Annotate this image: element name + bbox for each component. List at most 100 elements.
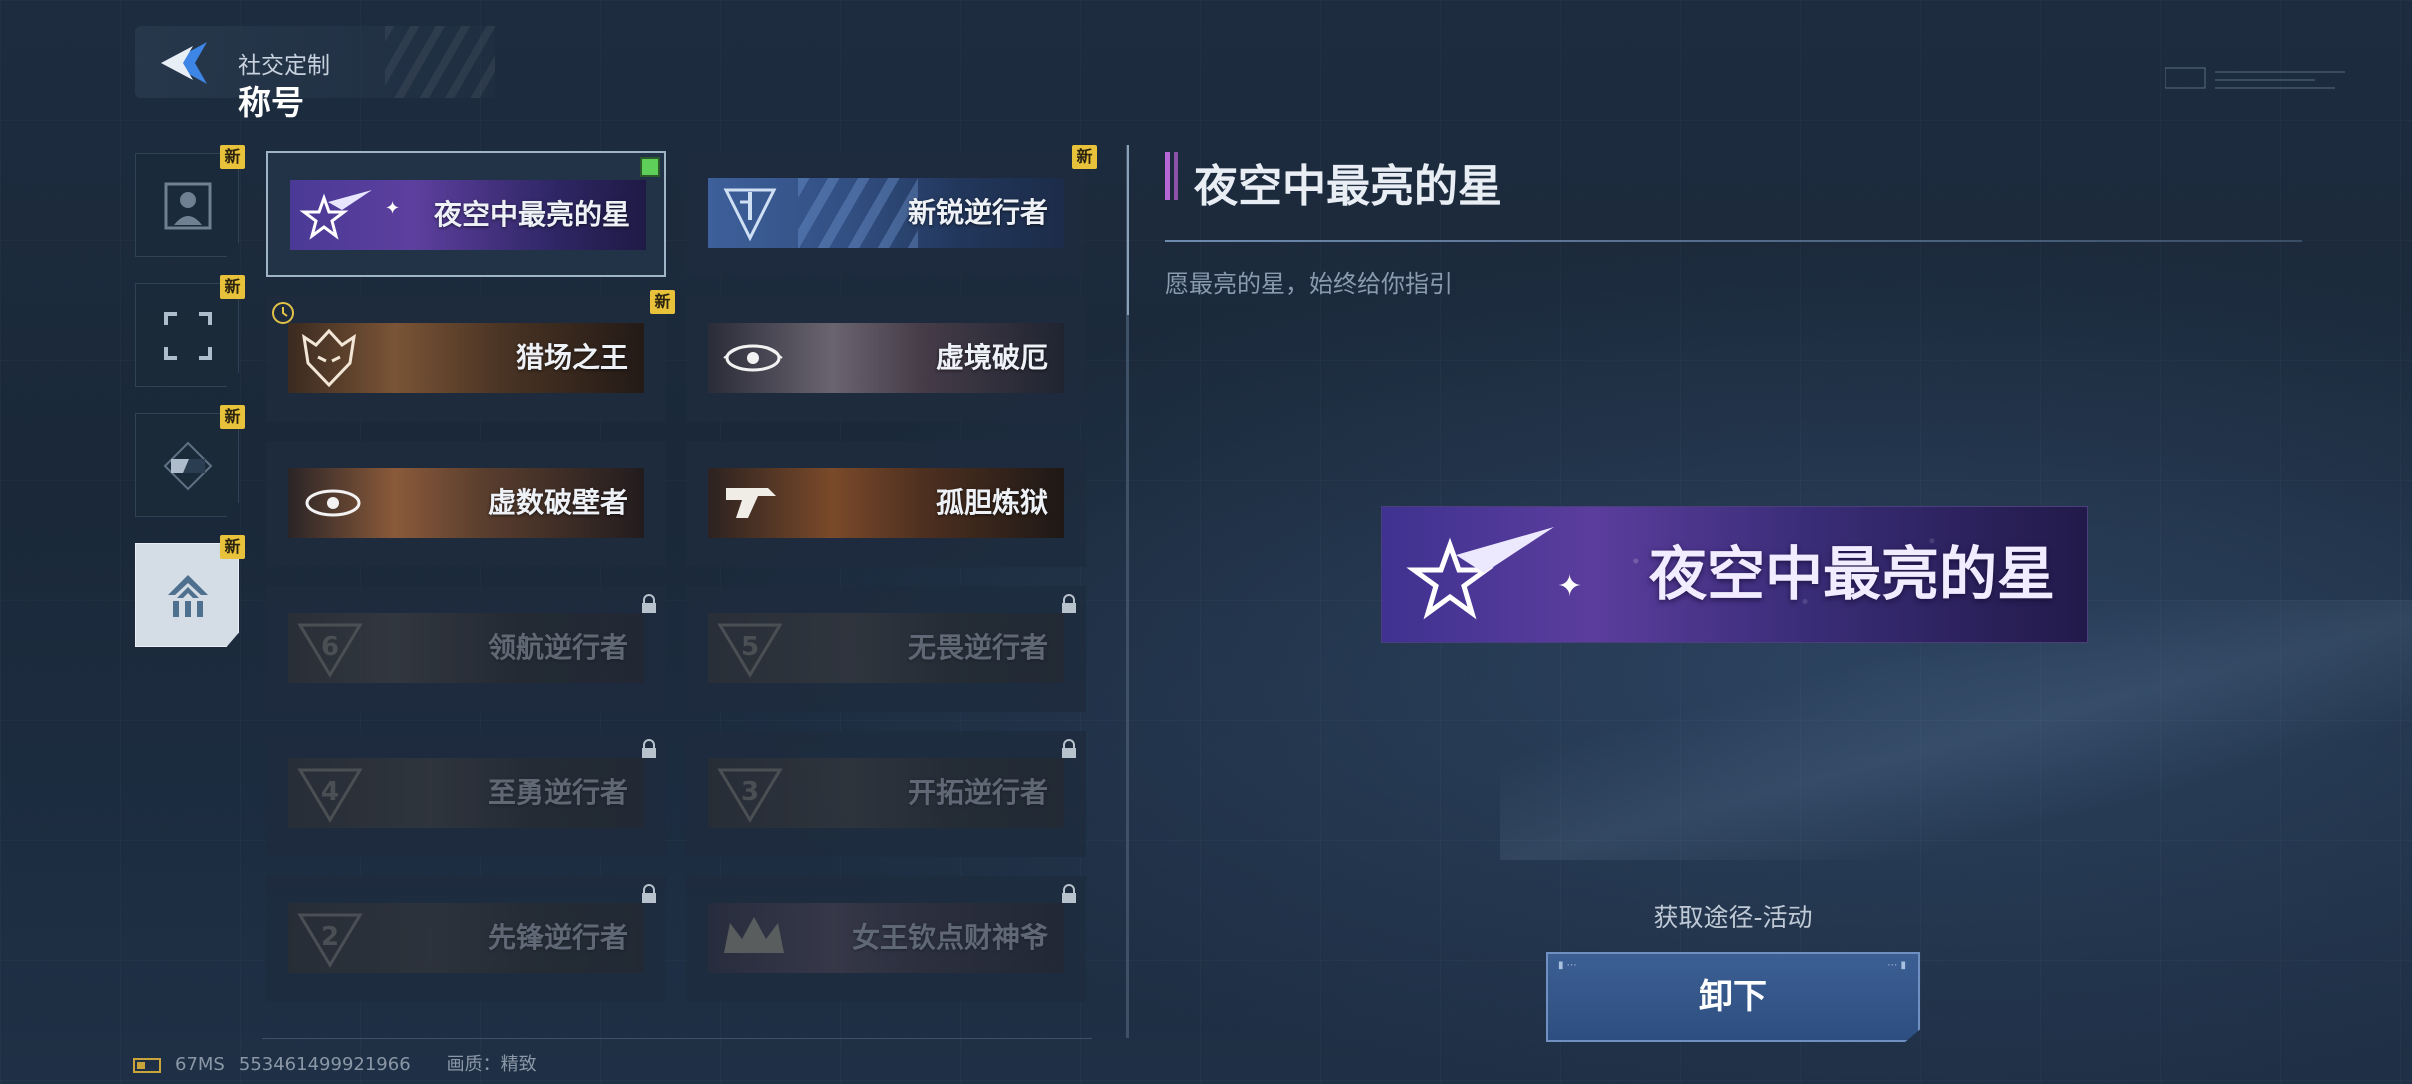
rank-6-emblem-icon: 6: [297, 623, 363, 678]
divider: [1165, 240, 2302, 242]
avatar-icon: [164, 182, 212, 230]
lock-icon: [642, 884, 656, 903]
sparkle-icon: ✦: [385, 198, 401, 219]
title-label: 虚境破厄: [935, 341, 1048, 374]
header-subtitle: 社交定制: [238, 53, 330, 79]
page-title: 称号: [238, 83, 304, 122]
acquisition-source: 获取途径-活动: [1653, 903, 1813, 932]
back-arrow-icon: [161, 42, 207, 84]
eye-emblem-icon: [305, 489, 361, 517]
rank-emblem-icon: [723, 188, 777, 242]
rank-5-emblem-icon: 5: [717, 623, 783, 678]
title-banner: 新锐逆行者: [708, 178, 1064, 248]
preview-label: 夜空中最亮的星: [1648, 540, 2055, 608]
title-banner: 孤胆炼狱: [708, 468, 1064, 538]
title-list: ✦ 夜空中最亮的星 新锐逆行者 新 猎场之王 新 虚境破厄 虚数破壁者 孤胆炼狱…: [262, 145, 1097, 1040]
unequip-button[interactable]: ▮ ⋯ ⋯ ▮ 卸下: [1546, 952, 1920, 1042]
svg-text:6: 6: [321, 632, 339, 662]
title-label: 虚数破壁者: [487, 486, 628, 519]
lock-icon: [1062, 594, 1076, 613]
title-banner: 4 至勇逆行者: [288, 758, 644, 828]
eye-emblem-icon: [723, 344, 783, 372]
lock-icon: [1062, 884, 1076, 903]
svg-text:2: 2: [321, 922, 339, 952]
detail-description: 愿最亮的星，始终给你指引: [1165, 270, 1453, 298]
ping-value: 67MS: [175, 1054, 225, 1075]
title-card[interactable]: 虚境破厄: [686, 296, 1086, 422]
banner-stripes: [798, 178, 918, 248]
title-banner: ✦ 夜空中最亮的星: [290, 180, 646, 250]
title-banner: 3 开拓逆行者: [708, 758, 1064, 828]
title-emblem-icon: [168, 575, 208, 617]
battery-icon: [133, 1057, 161, 1073]
svg-text:4: 4: [321, 777, 339, 807]
lock-icon: [642, 739, 656, 758]
svg-text:5: 5: [741, 632, 759, 662]
title-banner: 虚数破壁者: [288, 468, 644, 538]
title-card[interactable]: 孤胆炼狱: [686, 441, 1086, 567]
title-label: 开拓逆行者: [907, 776, 1048, 809]
title-accent-bar: [1165, 152, 1170, 200]
scroll-thumb[interactable]: [1127, 145, 1129, 315]
title-card[interactable]: 虚数破壁者: [266, 441, 666, 567]
frame-icon: [164, 312, 212, 360]
new-badge: 新: [1072, 145, 1097, 169]
title-label: 女王钦点财神爷: [851, 921, 1048, 954]
title-banner: 猎场之王: [288, 323, 644, 393]
star-emblem-icon: [1406, 527, 1554, 620]
title-card-locked[interactable]: 6 领航逆行者: [266, 586, 666, 712]
lock-icon: [1062, 739, 1076, 758]
detail-title: 夜空中最亮的星: [1194, 161, 1502, 212]
title-label: 无畏逆行者: [907, 631, 1048, 664]
beast-crest-icon: [301, 328, 357, 388]
title-card-locked[interactable]: 5 无畏逆行者: [686, 586, 1086, 712]
graphics-quality: 画质：精致: [446, 1054, 537, 1075]
status-bar: 67MS 553461499921966 画质：精致: [133, 1050, 551, 1076]
title-label: 夜空中最亮的星: [433, 198, 630, 231]
title-banner: 2 先锋逆行者: [288, 903, 644, 973]
title-card[interactable]: 猎场之王: [266, 296, 666, 422]
title-card-locked[interactable]: 4 至勇逆行者: [266, 731, 666, 857]
equipped-indicator: [640, 157, 660, 177]
title-label: 孤胆炼狱: [935, 486, 1048, 519]
title-label: 新锐逆行者: [907, 196, 1048, 229]
divider: [262, 1038, 1092, 1039]
title-label: 猎场之王: [515, 341, 628, 374]
rank-4-emblem-icon: 4: [297, 768, 363, 823]
sparkle-icon: ✦: [1557, 569, 1583, 604]
user-id: 553461499921966: [238, 1054, 411, 1075]
svg-text:3: 3: [741, 777, 759, 807]
title-label: 先锋逆行者: [487, 921, 628, 954]
title-card-locked[interactable]: 3 开拓逆行者: [686, 731, 1086, 857]
new-badge: 新: [220, 535, 245, 559]
new-badge: 新: [220, 275, 245, 299]
rank-2-emblem-icon: 2: [297, 913, 363, 968]
title-banner: 5 无畏逆行者: [708, 613, 1064, 683]
title-accent-bar: [1174, 152, 1178, 200]
card-icon: [163, 441, 213, 491]
queen-emblem-icon: [724, 917, 784, 953]
lock-icon: [642, 594, 656, 613]
star-emblem-icon: [299, 190, 372, 240]
title-preview-banner: ✦ 夜空中最亮的星: [1381, 506, 2088, 643]
title-card-locked[interactable]: 女王钦点财神爷: [686, 876, 1086, 1002]
gun-emblem-icon: [726, 488, 776, 518]
back-button[interactable]: [157, 36, 211, 90]
hud-decoration: [2165, 67, 2345, 89]
rank-3-emblem-icon: 3: [717, 768, 783, 823]
title-label: 至勇逆行者: [487, 776, 628, 809]
new-badge: 新: [220, 145, 245, 169]
clock-icon: [272, 302, 294, 324]
title-banner: 虚境破厄: [708, 323, 1064, 393]
title-card-selected[interactable]: ✦ 夜空中最亮的星: [266, 151, 666, 277]
page-header: 社交定制 称号: [135, 26, 495, 122]
title-banner: 女王钦点财神爷: [708, 903, 1064, 973]
title-card-locked[interactable]: 2 先锋逆行者: [266, 876, 666, 1002]
title-card[interactable]: 新锐逆行者: [686, 151, 1086, 277]
new-badge: 新: [650, 290, 675, 314]
title-banner: 6 领航逆行者: [288, 613, 644, 683]
new-badge: 新: [220, 405, 245, 429]
header-decoration: [385, 26, 495, 98]
title-label: 领航逆行者: [487, 631, 628, 664]
unequip-button-label: 卸下: [1699, 977, 1767, 1017]
